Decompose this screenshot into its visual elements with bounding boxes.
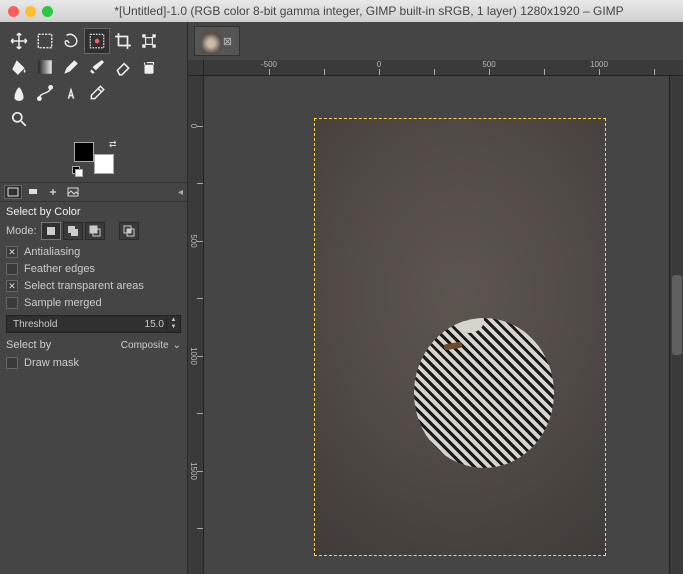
threshold-value: 15.0 (143, 319, 166, 330)
select-by-row: Select by Composite ⌄ (6, 339, 181, 351)
antialiasing-checkbox[interactable]: ✕ Antialiasing (6, 246, 181, 258)
color-picker-tool[interactable] (84, 80, 110, 106)
foreground-color-swatch[interactable] (74, 142, 94, 162)
free-select-tool[interactable] (58, 28, 84, 54)
select-by-color-tool[interactable] (84, 28, 110, 54)
tool-options-tab[interactable] (4, 185, 22, 199)
ruler-tick-label: -500 (261, 60, 277, 69)
select-by-label: Select by (6, 339, 51, 351)
threshold-label: Threshold (7, 319, 63, 330)
smudge-tool[interactable] (6, 80, 32, 106)
eraser-tool[interactable] (110, 54, 136, 80)
pencil-tool[interactable] (58, 54, 84, 80)
vertical-scrollbar[interactable] (669, 76, 683, 574)
select-transparent-checkbox[interactable]: ✕ Select transparent areas (6, 280, 181, 292)
gradient-tool[interactable] (32, 54, 58, 80)
selected-object (414, 318, 554, 468)
checkbox-icon (6, 263, 18, 275)
reset-colors-icon[interactable] (72, 166, 82, 176)
crop-tool[interactable] (110, 28, 136, 54)
minimize-window-button[interactable] (25, 6, 36, 17)
checkbox-icon (6, 357, 18, 369)
paintbrush-tool[interactable] (84, 54, 110, 80)
antialiasing-label: Antialiasing (24, 246, 80, 258)
spin-up-icon[interactable]: ▲ (171, 317, 177, 324)
unified-transform-tool[interactable] (136, 28, 162, 54)
checkbox-icon (6, 297, 18, 309)
maximize-window-button[interactable] (42, 6, 53, 17)
mode-row: Mode: (6, 222, 181, 240)
mode-add-button[interactable] (63, 222, 83, 240)
tool-options-panel: Select by Color Mode: ✕ Antialiasing Fea… (0, 202, 187, 378)
draw-mask-checkbox[interactable]: Draw mask (6, 357, 181, 369)
bucket-fill-tool[interactable] (6, 54, 32, 80)
dock-menu-arrow[interactable]: ◂ (178, 187, 183, 198)
left-panel: ⇄ ◂ Select by Color Mode: (0, 22, 188, 574)
swap-colors-icon[interactable]: ⇄ (109, 139, 117, 150)
feather-edges-checkbox[interactable]: Feather edges (6, 263, 181, 275)
ruler-tick-label: 500 (482, 60, 495, 69)
checkbox-icon: ✕ (6, 280, 18, 292)
fg-bg-swatches[interactable]: ⇄ (74, 142, 114, 174)
window-controls (8, 6, 53, 17)
ruler-corner (188, 60, 204, 76)
chevron-down-icon: ⌄ (173, 340, 181, 351)
ruler-tick-label: 1000 (590, 60, 608, 69)
titlebar: *[Untitled]-1.0 (RGB color 8-bit gamma i… (0, 0, 683, 22)
mode-replace-button[interactable] (41, 222, 61, 240)
text-tool[interactable] (58, 80, 84, 106)
checkbox-icon: ✕ (6, 246, 18, 258)
window-title: *[Untitled]-1.0 (RGB color 8-bit gamma i… (63, 4, 675, 18)
feather-edges-label: Feather edges (24, 263, 95, 275)
ruler-tick-label: 0 (377, 60, 381, 69)
document-tab[interactable]: ⊠ (194, 26, 240, 56)
color-swatch-area: ⇄ (0, 134, 187, 182)
clone-tool[interactable] (136, 54, 162, 80)
move-tool[interactable] (6, 28, 32, 54)
document-thumbnail (202, 29, 220, 53)
spin-down-icon[interactable]: ▼ (171, 324, 177, 331)
sample-merged-checkbox[interactable]: Sample merged (6, 297, 181, 309)
mode-intersect-button[interactable] (119, 222, 139, 240)
device-status-tab[interactable] (24, 185, 42, 199)
select-by-combo[interactable]: Composite ⌄ (121, 340, 181, 351)
threshold-field[interactable]: Threshold 15.0 ▲▼ (6, 315, 181, 333)
image-canvas[interactable] (314, 118, 606, 556)
rect-select-tool[interactable] (32, 28, 58, 54)
horizontal-ruler[interactable]: -500 0 500 1000 (204, 60, 683, 76)
background-color-swatch[interactable] (94, 154, 114, 174)
zoom-tool[interactable] (6, 106, 32, 132)
select-by-value: Composite (121, 340, 169, 351)
document-tabbar: ⊠ (188, 22, 683, 60)
canvas-viewport[interactable] (204, 76, 669, 574)
dock-tab-strip: ◂ (0, 182, 187, 202)
workspace: ⇄ ◂ Select by Color Mode: (0, 22, 683, 574)
undo-history-tab[interactable] (44, 185, 62, 199)
canvas-body: 0 500 1000 1500 (188, 76, 683, 574)
mode-subtract-button[interactable] (85, 222, 105, 240)
tool-options-title: Select by Color (6, 206, 181, 218)
sample-merged-label: Sample merged (24, 297, 102, 309)
canvas-area: ⊠ -500 0 500 1000 0 500 1000 1500 (188, 22, 683, 574)
toolbox (0, 22, 187, 134)
close-window-button[interactable] (8, 6, 19, 17)
images-tab[interactable] (64, 185, 82, 199)
scrollbar-thumb[interactable] (672, 275, 682, 355)
mode-label: Mode: (6, 225, 37, 237)
vertical-ruler[interactable]: 0 500 1000 1500 (188, 76, 204, 574)
draw-mask-label: Draw mask (24, 357, 79, 369)
paths-tool[interactable] (32, 80, 58, 106)
select-transparent-label: Select transparent areas (24, 280, 144, 292)
threshold-spinner[interactable]: ▲▼ (166, 317, 180, 331)
close-tab-icon[interactable]: ⊠ (223, 35, 232, 48)
